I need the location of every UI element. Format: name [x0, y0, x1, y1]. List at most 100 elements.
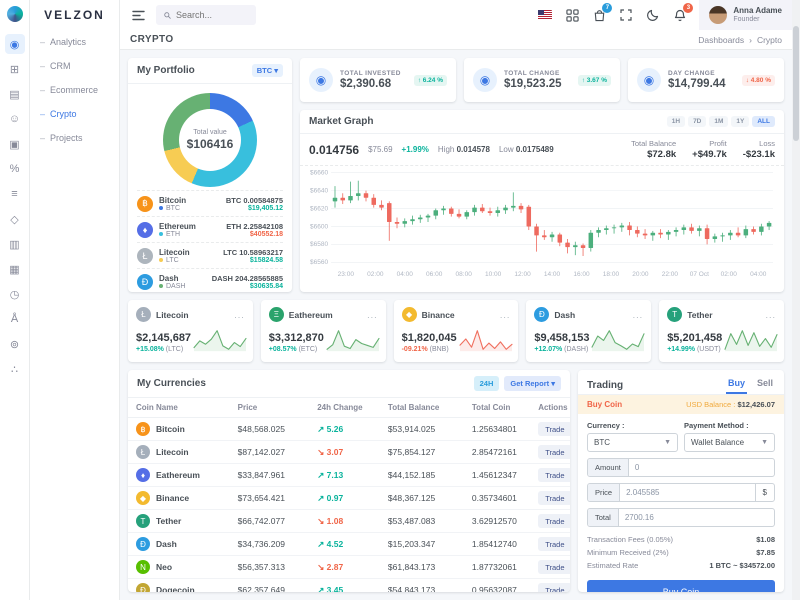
coin-card-litecoin: Ł Litecoin... $2,145,687 +15.08% (LTC): [128, 300, 253, 362]
more-options-icon[interactable]: ...: [500, 310, 511, 319]
search-box[interactable]: [156, 5, 256, 25]
market-high: High 0.014578: [437, 145, 490, 154]
range-1m-button[interactable]: 1M: [709, 116, 729, 127]
invoices-icon[interactable]: ▥: [5, 234, 25, 254]
more-options-icon[interactable]: ...: [367, 310, 378, 319]
topbar: 7 3 Anna Adame Founder: [120, 0, 792, 30]
authentication-icon[interactable]: ☺: [5, 109, 25, 129]
icons-icon[interactable]: ⊚: [5, 334, 25, 354]
amount-group: Amount: [587, 458, 775, 477]
landing-icon[interactable]: %: [5, 159, 25, 179]
language-flag-icon[interactable]: [537, 7, 553, 23]
range-1h-button[interactable]: 1H: [666, 116, 686, 127]
portfolio-item: ♦ Ethereum ETH ETH 2.25842108 $40552.18: [137, 216, 283, 242]
maps-icon[interactable]: Å: [5, 309, 25, 329]
sidebar-item-label: Analytics: [50, 37, 87, 47]
coin-amount: ETH 2.25842108: [226, 221, 283, 231]
multilevel-icon[interactable]: ∴: [5, 359, 25, 379]
trading-card: Trading Buy Sell Buy Coin USD Balance : …: [578, 370, 784, 592]
user-menu[interactable]: Anna Adame Founder: [699, 0, 792, 30]
dark-mode-icon[interactable]: [645, 7, 661, 23]
sidebar-item-projects[interactable]: – Projects: [30, 126, 119, 150]
trade-button[interactable]: Trade: [538, 445, 570, 459]
coin-card-change: +12.07% (DASH): [534, 346, 589, 353]
svg-text:04:00: 04:00: [750, 271, 767, 278]
apps-icon[interactable]: ⊞: [5, 59, 25, 79]
breadcrumb-dashboards[interactable]: Dashboards: [698, 35, 744, 45]
total-input[interactable]: [618, 509, 774, 526]
trade-button[interactable]: Trade: [538, 560, 570, 574]
page-scrollbar[interactable]: [792, 0, 800, 600]
breadcrumb-separator: ›: [749, 34, 752, 45]
coin-card-change: -09.21% (BNB): [401, 346, 449, 353]
pages-icon[interactable]: ▣: [5, 134, 25, 154]
hamburger-icon[interactable]: [130, 7, 146, 23]
currency-select[interactable]: BTC ▼: [587, 433, 678, 452]
portfolio-card: My Portfolio BTC ▾ Total value $106416 ฿…: [128, 58, 292, 292]
fullscreen-icon[interactable]: [618, 7, 634, 23]
trade-button[interactable]: Trade: [538, 491, 570, 505]
cart-badge: 7: [602, 3, 613, 13]
forms-icon[interactable]: ◇: [5, 209, 25, 229]
currency-label: Currency :: [587, 421, 625, 430]
dash-icon: Đ: [137, 273, 153, 290]
brand-logo[interactable]: VELZON: [30, 0, 119, 30]
sidebar-item-ecommerce[interactable]: – Ecommerce: [30, 78, 119, 102]
trade-button[interactable]: Trade: [538, 514, 570, 528]
svg-text:$6600: $6600: [310, 224, 329, 231]
charts-icon[interactable]: ◷: [5, 284, 25, 304]
payment-method-select[interactable]: Wallet Balance ▼: [684, 433, 775, 452]
litecoin-icon: Ł: [137, 247, 153, 264]
more-options-icon[interactable]: ...: [765, 310, 776, 319]
fee-value: $7.85: [756, 548, 775, 557]
coin-value: $30635.84: [249, 282, 283, 290]
svg-text:20:00: 20:00: [632, 271, 649, 278]
price-input[interactable]: [620, 484, 755, 501]
more-options-icon[interactable]: ...: [234, 310, 245, 319]
trade-button[interactable]: Trade: [538, 537, 570, 551]
fee-row: Estimated Rate 1 BTC ~ $34572.00: [587, 561, 775, 570]
tables-icon[interactable]: ▦: [5, 259, 25, 279]
tab-buy[interactable]: Buy: [725, 376, 747, 394]
fee-value: $1.08: [756, 535, 775, 544]
amount-input[interactable]: [628, 459, 774, 476]
svg-text:10:00: 10:00: [485, 271, 502, 278]
trade-button[interactable]: Trade: [538, 422, 570, 436]
legend-dot: [159, 284, 163, 288]
row-total-coin: 3.62912570: [463, 509, 531, 533]
market-price: 0.014756: [309, 142, 360, 157]
search-input[interactable]: [176, 10, 248, 20]
row-coin-name: Eathereum: [156, 470, 200, 480]
range-1y-button[interactable]: 1Y: [731, 116, 750, 127]
layouts-icon[interactable]: ▤: [5, 84, 25, 104]
sidebar-item-crypto[interactable]: – Crypto: [30, 102, 119, 126]
market-low: Low 0.0175489: [498, 145, 554, 154]
range-7d-button[interactable]: 7D: [688, 116, 707, 127]
market-change: +1.99%: [401, 145, 429, 154]
range-24h-button[interactable]: 24H: [473, 376, 500, 391]
sidebar-item-crm[interactable]: – CRM: [30, 54, 119, 78]
range-all-button[interactable]: ALL: [752, 116, 775, 127]
apps-grid-icon[interactable]: [564, 7, 580, 23]
trade-button[interactable]: Trade: [538, 468, 570, 482]
row-total-balance: $53,487.083: [379, 509, 464, 533]
dashboards-icon[interactable]: ◉: [4, 34, 25, 54]
buy-coin-button[interactable]: Buy Coin: [587, 580, 775, 592]
portfolio-title: My Portfolio: [137, 65, 195, 76]
sidebar-item-analytics[interactable]: – Analytics: [30, 30, 119, 54]
cart-icon[interactable]: 7: [591, 3, 613, 23]
brand-mark-icon[interactable]: [6, 6, 23, 22]
more-options-icon[interactable]: ...: [633, 310, 644, 319]
components-icon[interactable]: ≡: [5, 184, 25, 204]
tab-sell[interactable]: Sell: [755, 376, 775, 394]
get-report-button[interactable]: Get Report ▾: [504, 376, 561, 391]
avatar: [709, 6, 728, 24]
bitcoin-icon: ฿: [137, 195, 153, 212]
trade-button[interactable]: Trade: [538, 583, 570, 592]
stat-card: ◉ DAY CHANGE $14,799.44 ↓ 4.80 %: [628, 58, 784, 102]
notifications-bell-icon[interactable]: 3: [672, 3, 694, 23]
row-total-coin: 2.85472161: [463, 440, 531, 464]
row-24h-change: ↘ 1.08: [309, 509, 380, 533]
portfolio-currency-select[interactable]: BTC ▾: [251, 64, 283, 77]
scrollbar-thumb[interactable]: [793, 26, 799, 141]
